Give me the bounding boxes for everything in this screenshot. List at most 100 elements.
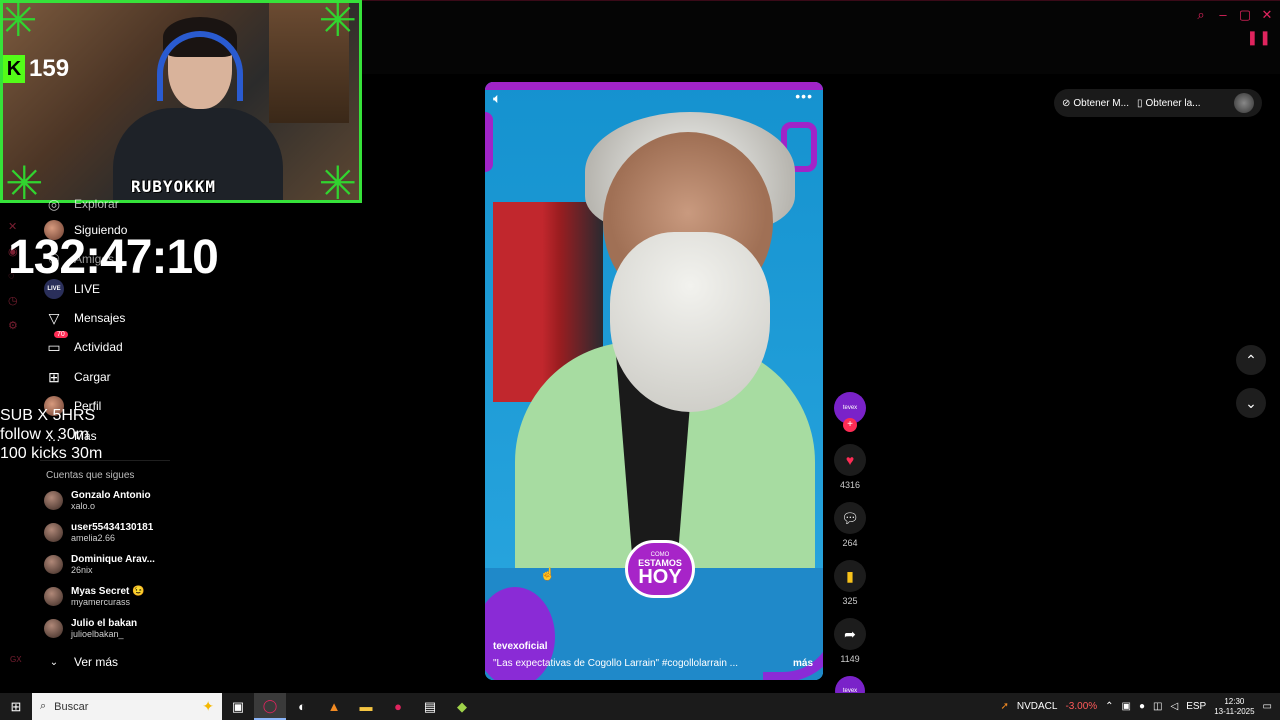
taskbar: ⊞ ⌕ Buscar ✦ ▣ ◯ ◐ ▲ ▬ ● ▤ ◆ ➚ NVDACL -3… (0, 693, 1280, 720)
promo-line: follow x 30m (0, 426, 89, 443)
sidebar-item-mensajes[interactable]: ▽ Mensajes (44, 308, 126, 328)
promo-line: 100 kicks 30m (0, 445, 103, 462)
chevron-up-icon[interactable]: ⌃ (1105, 701, 1113, 712)
notification-badge: 70 (54, 331, 68, 338)
language-indicator[interactable]: ESP (1186, 701, 1206, 712)
task-view-icon[interactable]: ▣ (222, 693, 254, 720)
like-button[interactable]: ♥ (834, 444, 866, 476)
kick-logo-icon: K (3, 55, 25, 83)
windows-start-button[interactable]: ⊞ (0, 693, 32, 720)
share-icon: ➦ (844, 625, 856, 642)
mouse-cursor-icon: ☝ (540, 567, 555, 581)
coin-icon: ⊘ (1062, 97, 1071, 109)
network-icon[interactable]: ◫ (1153, 701, 1162, 712)
stock-icon: ➚ (1000, 701, 1009, 712)
chevron-up-icon: ⌃ (1245, 351, 1257, 368)
clock[interactable]: 12:30 13-11-2025 (1214, 697, 1254, 717)
followed-account[interactable]: Gonzalo Antonio xalo.o (44, 490, 151, 511)
avatar (44, 491, 63, 510)
comment-icon: 💬︎ (841, 509, 859, 526)
leaf-icon: ✳ (318, 0, 357, 46)
more-link[interactable]: más (793, 658, 813, 669)
followed-account[interactable]: Dominique Arav... 26nix (44, 554, 155, 575)
window-controls: ⌕ – ▢ ✕ (1194, 7, 1274, 23)
video-username[interactable]: tevexoficial (493, 641, 547, 652)
save-count: 325 (842, 596, 858, 606)
bookmark-icon: ▮ (846, 567, 854, 584)
followed-account[interactable]: Julio el bakan julioelbakan_ (44, 618, 137, 639)
sidebar-item-label: Actividad (74, 340, 123, 354)
chevron-down-icon: ⌄ (1245, 394, 1257, 411)
avatar (44, 619, 63, 638)
tray-icon[interactable]: ▣ (1122, 701, 1131, 712)
sparkle-icon: ✦ (202, 698, 214, 714)
video-description: "Las expectativas de Cogollo Larrain" #c… (493, 658, 739, 669)
streamer-figure (113, 13, 283, 200)
avatar (44, 523, 63, 542)
close-icon[interactable]: ✕ (1260, 7, 1274, 23)
action-bar: tevex + ♥ 4316 💬︎ 264 ▮ 325 ➦ 1149 tevex (832, 392, 868, 706)
notification-icon[interactable]: ▭ (1263, 701, 1272, 712)
gx-label: GX (10, 655, 22, 664)
leaf-icon: ✳ (318, 157, 357, 203)
compass-icon: ◎ (47, 195, 61, 212)
followed-account[interactable]: Myas Secret 😉 myamercurass (44, 586, 145, 607)
system-tray: ➚ NVDACL -3.00% ⌃ ▣ ● ◫ ◁ ESP 12:30 13-1… (1001, 697, 1280, 717)
maximize-icon[interactable]: ▢ (1238, 7, 1252, 23)
share-button[interactable]: ➦ (834, 618, 866, 650)
taskbar-search[interactable]: ⌕ Buscar ✦ (32, 693, 222, 720)
avatar (44, 587, 63, 606)
more-options-icon[interactable]: ••• (795, 88, 813, 104)
sidebar-item-cargar[interactable]: ⊞ Cargar (44, 367, 111, 387)
upload-icon: ⊞ (48, 368, 60, 385)
phone-icon: ▯ (1136, 97, 1143, 109)
webcam-overlay: ✳ ✳ ✳ ✳ K 159 RUBYOKKM (0, 0, 362, 203)
stock-name[interactable]: NVDACL (1017, 701, 1058, 712)
follow-plus-icon[interactable]: + (843, 418, 857, 432)
next-video-button[interactable]: ⌄ (1236, 388, 1266, 418)
store-icon[interactable]: ▤ (414, 693, 446, 720)
microphone-icon[interactable]: ● (1139, 701, 1145, 712)
avatar[interactable] (1234, 93, 1254, 113)
send-icon: ▽ (48, 309, 60, 326)
see-more-button[interactable]: ⌄ Ver más (44, 652, 118, 672)
app-icon[interactable]: ▲ (318, 693, 350, 720)
volume-icon[interactable]: ◁ (1171, 701, 1179, 712)
sidebar-item-explorar[interactable]: ◎ Explorar (44, 194, 119, 214)
get-app-button[interactable]: ▯ Obtener la... (1137, 98, 1201, 109)
get-coins-button[interactable]: ⊘ Obtener M... (1062, 98, 1129, 109)
followed-account[interactable]: user55434130181 amelia2.66 (44, 522, 153, 543)
creator-avatar[interactable]: tevex + (834, 392, 866, 432)
chevron-down-icon: ⌄ (49, 656, 59, 668)
sidebar-item-actividad[interactable]: ▭ 70 Actividad (44, 331, 123, 357)
like-count: 4316 (839, 480, 861, 490)
folder-icon[interactable]: ▬ (350, 693, 382, 720)
search-icon: ⌕ (40, 700, 47, 712)
promo-overlay: SUB X 5HRS follow x 30m 100 kicks 30m (0, 406, 102, 463)
stream-timer: 132:47:10 (8, 231, 219, 284)
save-button[interactable]: ▮ (834, 560, 866, 592)
app2-icon[interactable]: ◆ (446, 693, 478, 720)
record-app-icon[interactable]: ● (382, 693, 414, 720)
share-count: 1149 (840, 654, 860, 664)
search-icon[interactable]: ⌕ (1194, 7, 1208, 23)
obs-icon[interactable]: ◐ (286, 693, 318, 720)
clock-icon[interactable]: ◷ (8, 294, 26, 307)
sidebar-item-label: Cargar (74, 370, 111, 384)
previous-video-button[interactable]: ⌃ (1236, 345, 1266, 375)
settings-icon[interactable]: ⚙ (8, 319, 26, 332)
screen: ⌕ – ▢ ✕ ❚❚ ✳ ✳ ✳ ✳ K 159 RUBYOKKM ✕ ◉ ◌ (0, 0, 1280, 720)
comment-count: 264 (842, 538, 858, 548)
video-player[interactable]: COMO ESTAMOS HOY 🔈︎ ••• tevexoficial "La… (485, 82, 823, 680)
volume-icon[interactable]: 🔈︎ (493, 90, 501, 107)
show-logo: COMO ESTAMOS HOY (625, 540, 695, 598)
minimize-icon[interactable]: – (1216, 7, 1230, 23)
heart-icon: ♥ (845, 452, 855, 468)
avatar (44, 555, 63, 574)
sidebar-item-label: Explorar (74, 197, 119, 211)
pause-icon[interactable]: ❚❚ (1247, 29, 1272, 46)
stock-change: -3.00% (1065, 701, 1098, 712)
top-actions: ⊘ Obtener M... ▯ Obtener la... (1054, 89, 1262, 117)
opera-gx-icon[interactable]: ◯ (254, 693, 286, 720)
comment-button[interactable]: 💬︎ (834, 502, 866, 534)
